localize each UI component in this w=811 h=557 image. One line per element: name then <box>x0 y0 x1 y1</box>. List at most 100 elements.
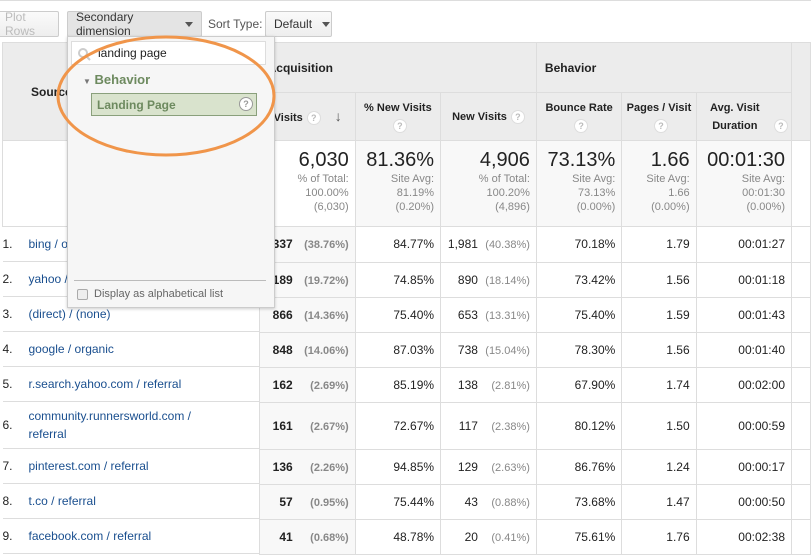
secondary-dimension-button[interactable]: Secondary dimension <box>67 10 202 38</box>
total-detail: 00:01:30 <box>742 187 785 199</box>
new-visits-share: (15.04%) <box>485 344 530 357</box>
new-visits-share: (13.31%) <box>485 309 530 322</box>
total-detail: 73.13% <box>577 187 616 199</box>
row-index: 9. <box>2 529 13 543</box>
source-link[interactable]: pinterest.com / referral <box>29 457 149 475</box>
new-visits-share: (0.88%) <box>491 496 530 509</box>
plot-rows-label: Plot Rows <box>5 10 36 38</box>
help-icon[interactable]: ? <box>773 118 788 133</box>
visits-value: 162 <box>272 377 293 392</box>
bounce-rate-cell: 70.18% <box>535 226 623 263</box>
new-visits-cell: 890 (18.14%) <box>440 261 537 298</box>
pages-per-visit-cell: 1.79 <box>621 226 697 263</box>
source-link[interactable]: community.runnersworld.com / referral <box>29 407 219 443</box>
chevron-down-icon <box>185 21 193 27</box>
column-header-avg-visit-duration[interactable]: Avg. Visit Duration? <box>695 92 793 141</box>
column-label: % New Visits <box>364 101 432 114</box>
plot-rows-button[interactable]: Plot Rows <box>0 10 59 38</box>
row-index: 2. <box>2 272 13 286</box>
column-header-bounce-rate[interactable]: Bounce Rate? <box>535 92 623 141</box>
visits-cell: 162 (2.69%) <box>258 366 356 403</box>
alphabetical-list-checkbox[interactable]: Display as alphabetical list <box>77 288 223 300</box>
total-value: 4,906 <box>479 149 530 171</box>
totals-cell: 73.13% Site Avg: 73.13% (0.00%) <box>535 140 623 227</box>
new-visits-cell: 129 (2.63%) <box>440 448 537 485</box>
column-header-new-visits[interactable]: New Visits? <box>440 92 537 141</box>
new-visits-share: (18.14%) <box>485 274 530 287</box>
help-icon[interactable]: ? <box>306 110 321 125</box>
totals-cell: 4,906 % of Total: 100.20% (4,896) <box>440 140 537 227</box>
avg-visit-duration-cell: 00:01:27 <box>695 226 793 263</box>
column-label: Bounce Rate <box>545 101 613 114</box>
visits-share: (38.76%) <box>304 239 349 252</box>
visits-value: 161 <box>272 418 293 433</box>
table-row: 9. facebook.com / referral 41 (0.68%) 48.7… <box>2 518 811 555</box>
source-link[interactable]: t.co / referral <box>29 492 96 510</box>
row-index: 3. <box>2 307 13 321</box>
extra-column <box>791 42 811 141</box>
sort-type-label: Sort Type: <box>208 17 263 31</box>
row-index: 4. <box>2 342 13 356</box>
column-label: Avg. Visit Duration <box>710 101 760 132</box>
total-detail: (4,896) <box>495 201 530 213</box>
visits-cell: 41 (0.68%) <box>258 518 356 555</box>
table-row: 7. pinterest.com / referral 136 (2.26%) 94… <box>2 448 811 485</box>
pct-new-visits-cell: 85.19% <box>354 366 442 403</box>
pct-new-visits-cell: 48.78% <box>354 518 442 555</box>
help-icon[interactable]: ? <box>510 109 525 124</box>
help-icon[interactable]: ? <box>392 118 407 133</box>
source-link[interactable]: google / organic <box>29 340 114 358</box>
bounce-rate-cell: 73.42% <box>535 261 623 298</box>
avg-visit-duration-cell: 00:02:38 <box>695 518 793 555</box>
totals-cell: 81.36% Site Avg: 81.19% (0.20%) <box>354 140 442 227</box>
visits-cell: 136 (2.26%) <box>258 448 356 485</box>
visits-share: (2.69%) <box>310 379 349 392</box>
visits-value: 57 <box>279 494 293 509</box>
column-header-pct-new-visits[interactable]: % New Visits? <box>354 92 442 141</box>
totals-cell: 1.66 Site Avg: 1.66 (0.00%) <box>621 140 697 227</box>
new-visits-share: (2.38%) <box>491 420 530 433</box>
visits-share: (0.68%) <box>310 531 349 544</box>
new-visits-share: (40.38%) <box>485 239 530 252</box>
bounce-rate-cell: 67.90% <box>535 366 623 403</box>
visits-share: (14.06%) <box>304 344 349 357</box>
pct-new-visits-cell: 74.85% <box>354 261 442 298</box>
new-visits-share: (2.81%) <box>491 379 530 392</box>
row-index: 6. <box>2 418 13 432</box>
new-visits-value: 20 <box>464 529 478 544</box>
sort-type-select[interactable]: Default <box>265 11 332 37</box>
pct-new-visits-cell: 94.85% <box>354 448 442 485</box>
help-icon[interactable]: ? <box>574 118 589 133</box>
sort-type-value: Default <box>274 17 313 31</box>
new-visits-cell: 117 (2.38%) <box>440 401 537 450</box>
dimension-item-landing-page[interactable]: Landing Page? <box>91 93 257 116</box>
pct-new-visits-cell: 87.03% <box>354 331 442 368</box>
pages-per-visit-cell: 1.76 <box>621 518 697 555</box>
total-detail: Site Avg: <box>390 173 435 185</box>
column-header-pages-per-visit[interactable]: Pages / Visit? <box>621 92 697 141</box>
checkbox-box[interactable] <box>77 288 88 300</box>
total-detail: (0.00%) <box>576 201 616 213</box>
new-visits-value: 890 <box>457 272 478 287</box>
pct-new-visits-cell: 75.44% <box>354 483 442 520</box>
dimension-group-behavior[interactable]: ▼ Behavior <box>83 72 150 87</box>
checkbox-label: Display as alphabetical list <box>94 288 224 300</box>
new-visits-cell: 138 (2.81%) <box>440 366 537 403</box>
avg-visit-duration-cell: 00:01:18 <box>695 261 793 298</box>
dimension-search-input[interactable] <box>71 41 266 65</box>
pages-per-visit-cell: 1.74 <box>621 366 697 403</box>
row-index: 1. <box>2 237 13 251</box>
source-link[interactable]: facebook.com / referral <box>29 527 152 545</box>
source-link[interactable]: r.search.yahoo.com / referral <box>29 375 182 393</box>
help-icon[interactable]: ? <box>653 118 668 133</box>
total-detail: 100.20% <box>486 187 530 199</box>
row-index: 8. <box>2 494 13 508</box>
divider <box>74 280 266 281</box>
pages-per-visit-cell: 1.47 <box>621 483 697 520</box>
help-icon[interactable]: ? <box>239 97 253 111</box>
total-detail: Site Avg: <box>741 173 785 185</box>
pct-new-visits-cell: 75.40% <box>354 296 442 333</box>
avg-visit-duration-cell: 00:00:17 <box>695 448 793 485</box>
sort-descending-icon[interactable]: ↓ <box>335 108 342 124</box>
visits-value: 41 <box>279 529 293 544</box>
